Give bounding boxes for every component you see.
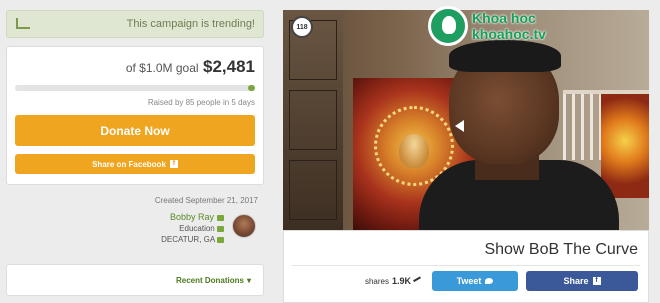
facebook-icon: f [592,277,601,285]
watermark-text: Khoa hoc khoahoc.tv [472,10,546,42]
organizer-name-link[interactable]: Bobby Ray [170,212,224,223]
recent-donations-label: Recent Donations [175,275,244,285]
raised-amount: $2,481 [203,57,255,76]
organizer-category: Education [179,224,215,233]
share-label: Share [563,276,589,286]
progress-bar [15,85,255,91]
shares-label: shares [364,277,389,286]
tweet-label: Tweet [456,276,482,286]
trending-chart-icon [15,18,30,30]
chevron-down-icon: ▾ [246,275,251,285]
campaign-title-card: Show BoB The Curve shares 1.9K Tweet Sha… [283,230,649,303]
view-count-badge: 118 [291,16,313,38]
lightbulb-icon [428,6,468,46]
video-door [283,10,343,230]
organizer-name: Bobby Ray [169,212,214,222]
divider [292,265,640,266]
watermark-line1: Khoa hoc [472,10,536,26]
message-icon [217,214,224,221]
view-count: 118 [296,23,308,31]
goal-text: of $1.0M goal [125,61,199,75]
organizer-location: DECATUR, GA [161,235,215,244]
location-pin-icon [217,236,224,243]
raised-by-text: Raised by 85 people in 5 days [147,98,255,107]
facebook-icon: f [169,160,178,168]
amount-row: of $1.0M goal $2,481 [15,57,255,77]
share-on-facebook-button[interactable]: Share on Facebook f [15,154,255,174]
donate-now-button[interactable]: Donate Now [15,115,255,146]
facebook-share-button[interactable]: Share f [526,271,638,291]
recent-donations-toggle[interactable]: Recent Donations ▾ [6,264,264,296]
trending-text: This campaign is trending! [126,18,255,30]
watermark-logo: Khoa hoc khoahoc.tv [428,2,654,50]
trending-banner: This campaign is trending! [6,10,264,38]
donation-card: of $1.0M goal $2,481 Raised by 85 people… [6,46,264,185]
campaign-page: This campaign is trending! of $1.0M goal… [0,0,660,303]
organizer-info: Bobby Ray Education DECATUR, GA [161,212,224,245]
video-person [409,40,619,230]
category-icon [217,225,224,232]
share-on-facebook-label: Share on Facebook [92,159,166,169]
campaign-title: Show BoB The Curve [484,241,638,258]
donate-now-label: Donate Now [100,123,170,138]
twitter-bird-icon [485,278,494,284]
play-icon[interactable] [455,120,464,132]
shares-number: 1.9K [391,276,411,286]
trending-arrow-icon [413,276,423,286]
share-count: shares 1.9K [364,276,423,286]
organizer-avatar[interactable] [232,214,256,238]
tweet-button[interactable]: Tweet [432,271,518,291]
watermark-line2: khoahoc.tv [472,26,546,42]
donation-column: This campaign is trending! of $1.0M goal… [6,10,264,185]
created-date: Created September 21, 2017 [154,196,258,205]
progress-fill [247,85,255,91]
